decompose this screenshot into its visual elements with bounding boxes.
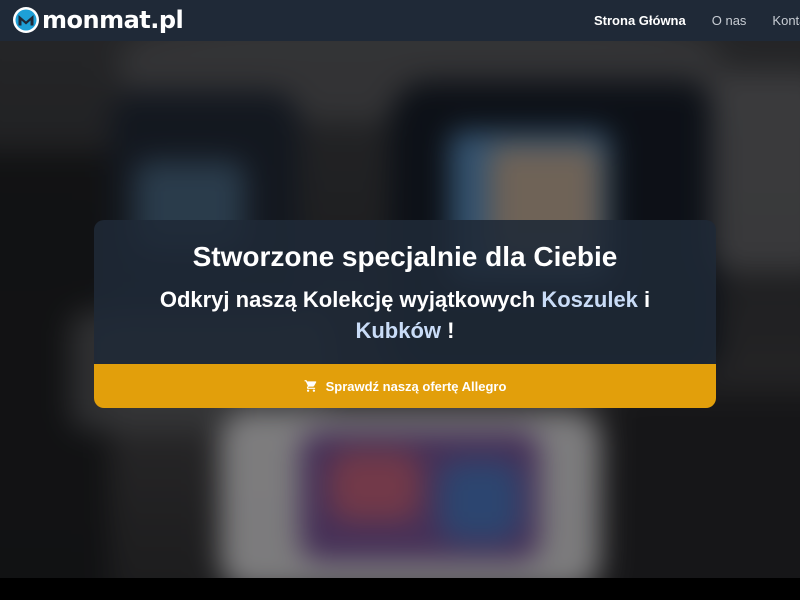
allegro-offer-button[interactable]: Sprawdź naszą ofertę Allegro <box>94 364 716 408</box>
nav-item-about[interactable]: O nas <box>712 0 747 41</box>
shopping-cart-icon <box>304 380 316 392</box>
allegro-offer-label: Sprawdź naszą ofertę Allegro <box>325 378 507 394</box>
brand-name: monmat.pl <box>42 6 184 34</box>
highlight-kubkow: Kubków <box>355 318 442 343</box>
highlight-koszulek: Koszulek <box>541 287 638 312</box>
hero-subtitle-part3: ! <box>441 318 455 343</box>
hero-subtitle-part2: i <box>637 287 651 312</box>
hero-subtitle: Odkryj naszą Kolekcję wyjątkowych Koszul… <box>124 284 686 346</box>
nav-links: Strona Główna O nas Kontakt <box>594 0 800 41</box>
hero-title: Stworzone specjalnie dla Ciebie <box>192 241 618 272</box>
hero-subtitle-part1: Odkryj naszą Kolekcję wyjątkowych <box>159 287 542 312</box>
nav-item-home[interactable]: Strona Główna <box>594 0 686 41</box>
navbar: monmat.pl Strona Główna O nas Kontakt <box>0 0 800 41</box>
hero-card-body: Stworzone specjalnie dla Ciebie Odkryj n… <box>94 220 716 364</box>
nav-item-contact[interactable]: Kontakt <box>772 0 800 41</box>
footer-strip <box>0 578 800 600</box>
brand-link[interactable]: monmat.pl <box>12 5 184 35</box>
hero-card: Stworzone specjalnie dla Ciebie Odkryj n… <box>94 220 716 408</box>
page: monmat.pl Strona Główna O nas Kontakt <box>0 0 800 600</box>
m-logo-icon <box>13 7 39 33</box>
